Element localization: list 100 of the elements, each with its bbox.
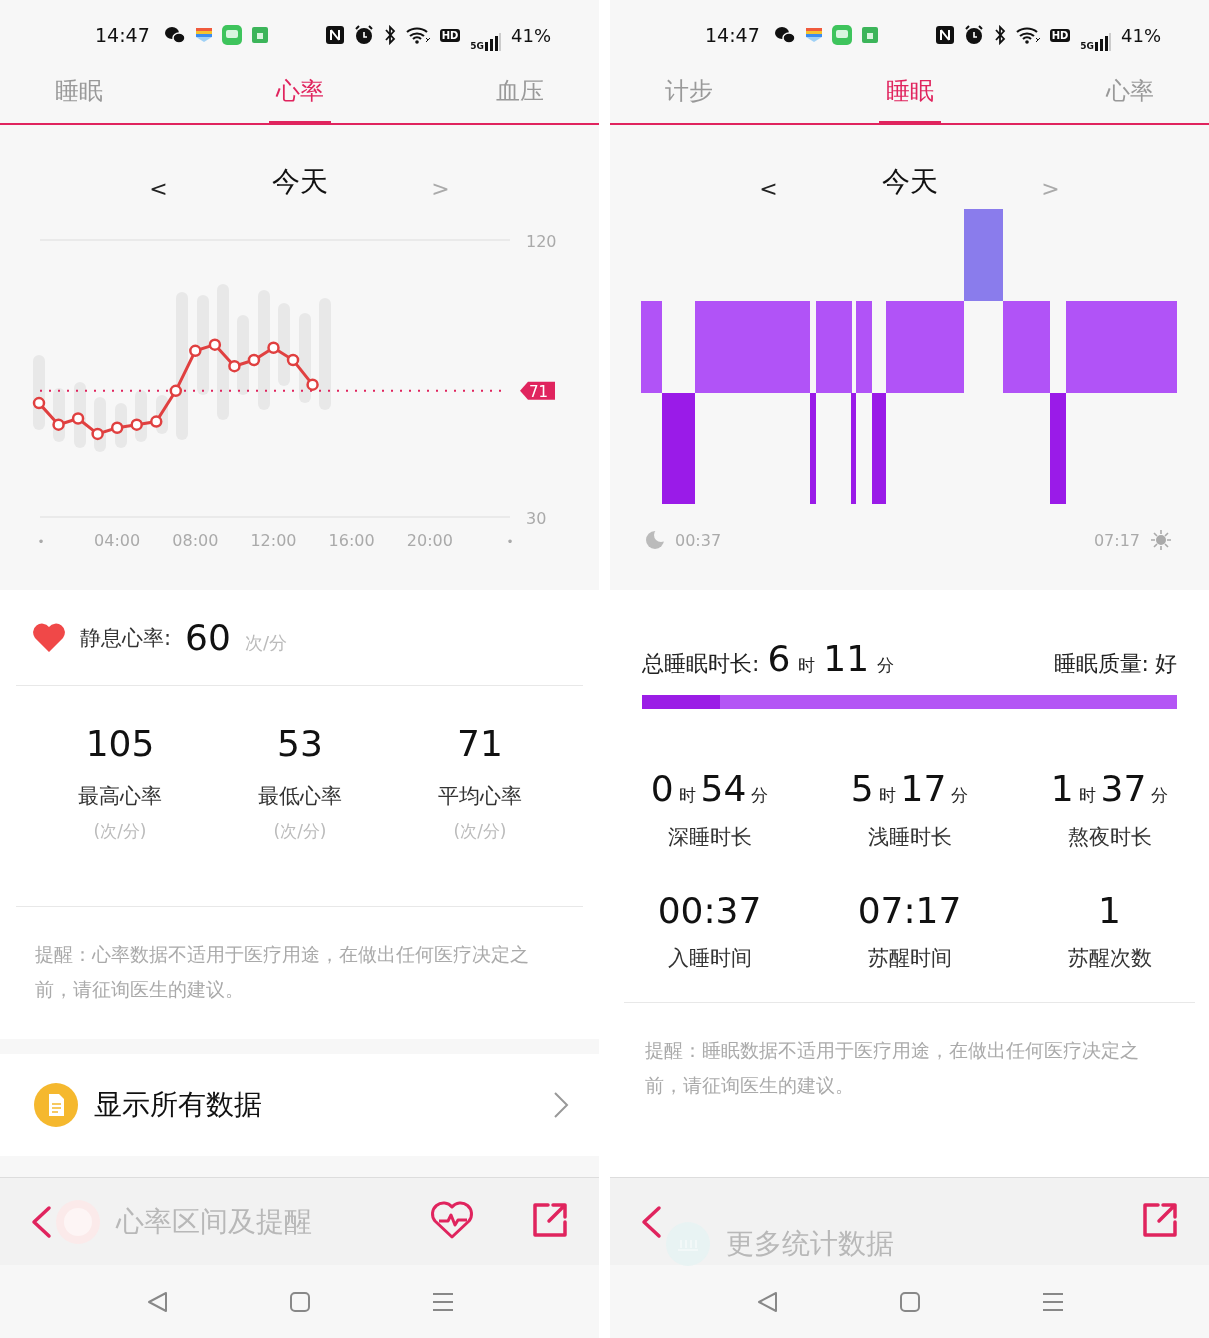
tab[interactable]: 睡眠 bbox=[48, 60, 110, 125]
tab[interactable]: 心率 bbox=[1099, 60, 1161, 125]
back-triangle-icon[interactable] bbox=[145, 1290, 168, 1313]
tab[interactable]: 睡眠 bbox=[878, 60, 941, 125]
unit-label: 分 bbox=[877, 654, 895, 677]
stat-value: 5 bbox=[850, 769, 874, 809]
axis-label: 120 bbox=[526, 232, 557, 251]
share-icon[interactable] bbox=[531, 1200, 569, 1239]
bluetooth-icon bbox=[383, 25, 396, 45]
tick-mark: • bbox=[506, 535, 514, 549]
data-point bbox=[267, 341, 280, 354]
alarm-clock-icon bbox=[353, 25, 374, 45]
share-icon[interactable] bbox=[1141, 1200, 1179, 1239]
tab[interactable]: 计步 bbox=[658, 60, 720, 125]
stat-label: 浅睡时长 bbox=[867, 823, 952, 851]
quality-label: 睡眠质量: bbox=[1053, 650, 1149, 678]
previous-day-button[interactable]: < bbox=[755, 176, 782, 201]
unit-label: 次/分 bbox=[244, 630, 287, 655]
wallet-icon bbox=[805, 28, 822, 42]
hd-badge: HD bbox=[439, 28, 461, 42]
calendar-app-icon bbox=[251, 27, 268, 43]
unit-label: 时 bbox=[678, 786, 696, 805]
back-icon[interactable] bbox=[640, 1204, 662, 1239]
stat-label: 深睡时长 bbox=[667, 823, 752, 851]
document-icon bbox=[34, 1083, 78, 1127]
stat-value: 105 bbox=[85, 724, 155, 764]
wake-time: 07:17 bbox=[1093, 531, 1140, 550]
next-day-button[interactable]: > bbox=[427, 176, 454, 201]
calendar-app-icon bbox=[861, 27, 878, 43]
data-point bbox=[286, 353, 300, 367]
heart-pulse-icon[interactable] bbox=[429, 1199, 475, 1240]
data-point bbox=[189, 344, 202, 358]
faded-title: 心率区间及提醒 bbox=[116, 1203, 312, 1240]
stat-value: 17 bbox=[900, 769, 947, 809]
chat-bubbles-icon bbox=[163, 26, 186, 44]
axis-label: 30 bbox=[526, 509, 547, 528]
disclaimer-text: 提醒：睡眠数据不适用于医疗用途，在做出任何医疗决定之前，请征询医生的建议。 bbox=[644, 1039, 1140, 1099]
sun-icon bbox=[1150, 529, 1172, 551]
resting-value: 60 bbox=[185, 617, 231, 658]
resting-label: 静息心率: bbox=[80, 624, 172, 652]
unit-label: (次/分) bbox=[273, 819, 327, 843]
previous-day-button[interactable]: < bbox=[145, 176, 172, 201]
stat-value: 1 bbox=[1098, 890, 1121, 931]
signal-icon bbox=[485, 33, 501, 51]
sleep-start-time: 00:37 bbox=[675, 531, 722, 550]
faded-title: 更多统计数据 bbox=[726, 1225, 894, 1262]
stat-label: 苏醒次数 bbox=[1067, 945, 1152, 973]
ref-line-label: 71 bbox=[529, 382, 549, 401]
next-day-button[interactable]: > bbox=[1037, 176, 1064, 201]
menu-icon[interactable] bbox=[1041, 1290, 1064, 1313]
stat-value: 07:17 bbox=[857, 890, 962, 931]
menu-icon[interactable] bbox=[431, 1290, 454, 1313]
clock-time: 14:47 bbox=[705, 24, 760, 46]
tab[interactable]: 血压 bbox=[489, 60, 551, 125]
home-square-icon[interactable] bbox=[288, 1290, 311, 1313]
tab[interactable]: 心率 bbox=[268, 60, 331, 125]
data-point bbox=[228, 359, 241, 373]
axis-label: 12:00 bbox=[250, 531, 297, 550]
stat-label: 最低心率 bbox=[258, 782, 342, 810]
unit-label: (次/分) bbox=[453, 819, 507, 843]
stat-label: 最高心率 bbox=[78, 782, 162, 810]
data-point bbox=[130, 418, 143, 431]
list-item[interactable]: 显示所有数据 bbox=[0, 1054, 599, 1156]
unit-label: (次/分) bbox=[93, 819, 147, 843]
wifi-icon bbox=[405, 26, 430, 44]
axis-label: 16:00 bbox=[328, 531, 375, 550]
clock-time: 14:47 bbox=[95, 24, 150, 46]
unit-label: 分 bbox=[1151, 786, 1169, 805]
nfc-icon bbox=[935, 26, 954, 44]
stat-value: 54 bbox=[700, 769, 747, 809]
data-point bbox=[91, 427, 104, 441]
wifi-icon bbox=[1015, 26, 1040, 44]
stat-value: 0 bbox=[650, 769, 674, 809]
back-icon[interactable] bbox=[30, 1204, 52, 1239]
stat-label: 苏醒时间 bbox=[867, 945, 952, 973]
stat-label: 平均心率 bbox=[438, 782, 522, 810]
chat-bubbles-icon bbox=[773, 26, 796, 44]
message-app-icon bbox=[831, 25, 852, 45]
data-point bbox=[71, 412, 85, 425]
stat-label: 入睡时间 bbox=[667, 945, 752, 973]
message-app-icon bbox=[221, 25, 242, 45]
network-label: 5G bbox=[1080, 41, 1094, 51]
disclaimer-text: 提醒：心率数据不适用于医疗用途，在做出任何医疗决定之前，请征询医生的建议。 bbox=[34, 943, 530, 1002]
total-minutes: 11 bbox=[823, 638, 870, 679]
axis-label: 08:00 bbox=[172, 531, 219, 550]
axis-label: 04:00 bbox=[94, 531, 141, 550]
stat-value: 37 bbox=[1100, 769, 1147, 809]
home-square-icon[interactable] bbox=[898, 1290, 921, 1313]
back-triangle-icon[interactable] bbox=[755, 1290, 778, 1313]
stat-value: 00:37 bbox=[657, 890, 762, 931]
data-point bbox=[32, 396, 46, 410]
unit-label: 分 bbox=[951, 786, 969, 805]
hd-badge: HD bbox=[1049, 28, 1071, 42]
heart-icon bbox=[32, 622, 66, 653]
summary-label: 总睡眠时长: bbox=[642, 650, 760, 678]
total-hours: 6 bbox=[767, 638, 791, 679]
stat-value: 71 bbox=[457, 724, 503, 764]
stat-value: 53 bbox=[277, 724, 323, 764]
data-point bbox=[306, 378, 319, 391]
data-point bbox=[150, 415, 163, 428]
